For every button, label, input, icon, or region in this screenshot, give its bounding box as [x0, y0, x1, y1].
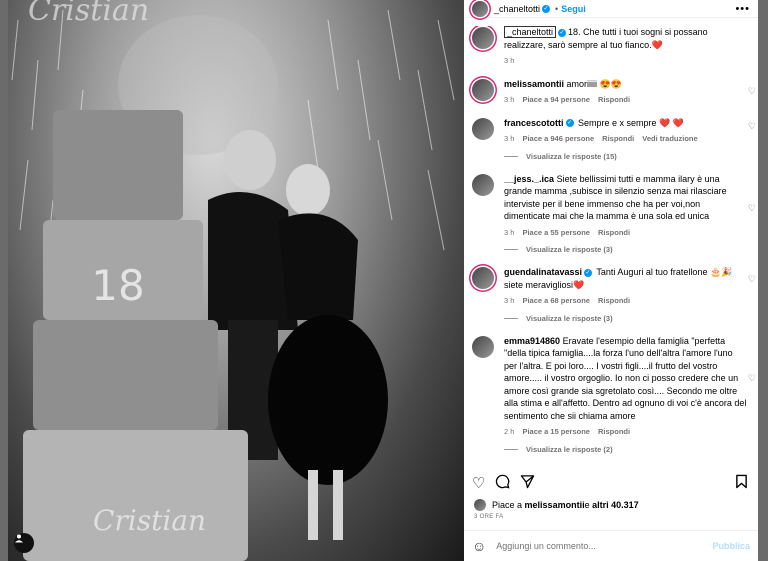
comment-like-icon[interactable]: ♡ [748, 203, 756, 214]
comment-time: 2 h [504, 427, 515, 436]
comment-username[interactable]: melissamontii [504, 79, 564, 89]
comment: melissamontii amoriiiii 😍😍 3 h Piace a 9… [464, 78, 758, 107]
comment-username[interactable]: guendalinatavassi [504, 267, 582, 277]
comment: guendalinatavassi ✓ Tanti Auguri al tuo f… [464, 266, 758, 308]
comment-like-icon[interactable]: ♡ [748, 274, 756, 285]
header-separator: • [555, 3, 559, 14]
likes-count[interactable]: altri 40.317 [592, 500, 639, 510]
heart-icon[interactable]: ♡ [472, 474, 485, 492]
comment-avatar[interactable] [472, 78, 494, 101]
photo-illustration: Cristian 18 Cristian [11, 0, 455, 561]
comment-time: 3 h [504, 227, 515, 237]
liker-username[interactable]: melissamontii [525, 500, 585, 510]
reply-button[interactable]: Rispondi [598, 94, 630, 107]
view-replies-button[interactable]: Visualizza le risposte (15) [504, 152, 758, 161]
view-replies-button[interactable]: Visualizza le risposte (3) [504, 245, 758, 254]
liker-avatar[interactable] [474, 499, 486, 511]
likes-summary: Piace a melissamontii e altri 40.317 [474, 499, 639, 511]
follow-button[interactable]: Segui [561, 4, 586, 14]
comment-likes[interactable]: Piace a 946 persone [522, 133, 594, 146]
bookmark-icon[interactable] [735, 474, 748, 493]
post-sidebar: _chaneltotti ✓ • Segui ••• _chaneltotti ✓… [464, 0, 758, 561]
likes-middle: e [584, 500, 590, 510]
comment-avatar[interactable] [472, 267, 494, 289]
comment-composer: ☺ Pubblica [464, 530, 758, 561]
verified-icon: ✓ [542, 4, 551, 13]
comment-likes[interactable]: Piace a 94 persone [522, 94, 590, 107]
comment-like-icon[interactable]: ♡ [748, 86, 756, 97]
likes-prefix: Piace a [492, 500, 523, 510]
caption: _chaneltotti ✓ 18. Che tutti i tuoi sogni … [464, 26, 758, 68]
tag-people-icon[interactable] [14, 533, 34, 553]
see-translation-button[interactable]: Vedi traduzione [642, 133, 697, 146]
caption-time: 3 h [504, 56, 515, 65]
comment-avatar[interactable] [472, 173, 494, 196]
view-replies-button[interactable]: Visualizza le risposte (2) [504, 445, 758, 454]
comment-text: Eravate l'esempio della famiglia "perfet… [504, 335, 747, 421]
browser-frame-left [0, 0, 8, 561]
comment-like-icon[interactable]: ♡ [748, 121, 756, 132]
comment: emma914860 Eravate l'esempio della famig… [464, 335, 758, 439]
verified-icon: ✓ [558, 28, 567, 37]
comment-likes[interactable]: Piace a 55 persone [522, 227, 590, 240]
verified-icon: ✓ [584, 268, 593, 277]
view-replies-button[interactable]: Visualizza le risposte (3) [504, 314, 758, 323]
post-photo: Cristian 18 Cristian [8, 0, 464, 561]
comment-likes[interactable]: Piace a 15 persone [522, 426, 590, 439]
post-actions: ♡ [472, 474, 748, 492]
author-username[interactable]: _chaneltotti [494, 4, 540, 14]
comment-username[interactable]: emma914860 [504, 336, 560, 346]
photo-cake-script: Cristian [93, 504, 206, 537]
comment: francescototti ✓ Sempre e x sempre ❤️ ❤️ … [464, 117, 758, 146]
comment: __jess._.ica Siete bellissimi tutti e ma… [464, 173, 758, 240]
post-date: 3 ORE FA [474, 514, 504, 520]
photo-cake-number: 18 [91, 261, 144, 310]
comment-like-icon[interactable]: ♡ [748, 373, 756, 384]
comment-time: 3 h [504, 134, 515, 143]
comment-text: amoriiiii 😍😍 [566, 78, 622, 89]
comment-text: Sempre e x sempre ❤️ ❤️ [578, 117, 684, 128]
browser-frame-right [758, 0, 768, 561]
comment-icon[interactable] [495, 474, 510, 493]
more-options-icon[interactable]: ••• [735, 3, 750, 15]
comment-list[interactable]: _chaneltotti ✓ 18. Che tutti i tuoi sogni … [464, 26, 758, 466]
comment-time: 3 h [504, 95, 515, 104]
comment-avatar[interactable] [472, 117, 494, 140]
photo-bg-script: Cristian [28, 0, 149, 28]
reply-button[interactable]: Rispondi [602, 133, 634, 146]
caption-avatar[interactable] [472, 27, 494, 49]
emoji-icon[interactable]: ☺ [472, 538, 486, 554]
share-icon[interactable] [520, 474, 535, 493]
comment-username[interactable]: francescototti [504, 118, 564, 128]
verified-icon: ✓ [565, 119, 574, 128]
comment-likes[interactable]: Piace a 68 persone [522, 295, 590, 308]
publish-button[interactable]: Pubblica [712, 541, 750, 551]
author-avatar[interactable] [472, 0, 488, 17]
reply-button[interactable]: Rispondi [598, 295, 630, 308]
post-header: _chaneltotti ✓ • Segui ••• [464, 0, 758, 18]
comment-time: 3 h [504, 296, 515, 305]
reply-button[interactable]: Rispondi [598, 227, 630, 240]
caption-username[interactable]: _chaneltotti [504, 26, 557, 38]
reply-button[interactable]: Rispondi [598, 426, 630, 439]
comment-avatar[interactable] [472, 335, 494, 358]
comment-input[interactable] [496, 541, 713, 551]
comment-username[interactable]: __jess._.ica [504, 174, 554, 184]
